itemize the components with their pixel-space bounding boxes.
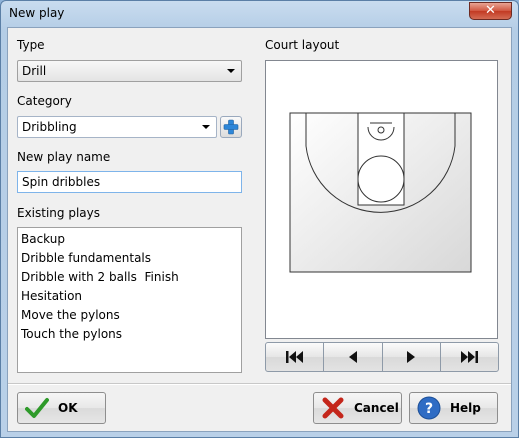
next-frame-button[interactable] (381, 342, 441, 372)
list-item[interactable]: Touch the pylons (21, 325, 238, 344)
add-category-button[interactable] (220, 116, 242, 138)
list-item[interactable]: Dribble fundamentals (21, 249, 238, 268)
ok-button[interactable]: OK (17, 392, 106, 424)
footer-divider (8, 383, 511, 385)
help-icon: ? (416, 395, 442, 421)
window-title: New play (9, 6, 65, 20)
plus-icon (223, 119, 239, 135)
playback-controls (265, 342, 499, 372)
play-name-input[interactable]: Spin dribbles (17, 171, 242, 193)
cancel-button[interactable]: Cancel (313, 392, 402, 424)
existing-plays-label: Existing plays (17, 206, 101, 220)
ok-label: OK (58, 401, 78, 415)
step-forward-icon (407, 351, 416, 363)
category-label: Category (17, 94, 72, 108)
skip-first-icon (285, 351, 303, 363)
first-frame-button[interactable] (265, 342, 325, 372)
chevron-down-icon (202, 125, 210, 129)
type-label: Type (17, 38, 45, 52)
list-item[interactable]: Backup (21, 230, 238, 249)
title-bar: New play ✕ (1, 1, 518, 27)
play-name-label: New play name (17, 150, 111, 164)
svg-text:?: ? (425, 401, 433, 417)
existing-plays-list[interactable]: Backup Dribble fundamentals Dribble with… (17, 227, 242, 373)
court-preview[interactable] (265, 60, 498, 339)
cancel-label: Cancel (354, 401, 399, 415)
checkmark-icon (24, 395, 50, 421)
chevron-down-icon (227, 69, 235, 73)
dialog-window: New play ✕ Type Drill Category Dribbling… (0, 0, 519, 438)
cancel-x-icon (320, 395, 346, 421)
last-frame-button[interactable] (439, 342, 499, 372)
court-layout-label: Court layout (265, 38, 340, 52)
step-back-icon (348, 351, 357, 363)
category-value: Dribbling (22, 120, 77, 134)
category-dropdown[interactable]: Dribbling (17, 116, 217, 138)
close-icon: ✕ (485, 3, 496, 18)
help-button[interactable]: ? Help (409, 392, 498, 424)
type-value: Drill (22, 64, 47, 78)
court-diagram (289, 112, 472, 273)
list-item[interactable]: Dribble with 2 balls Finish (21, 268, 238, 287)
list-item[interactable]: Hesitation (21, 287, 238, 306)
close-button[interactable]: ✕ (469, 2, 512, 20)
dialog-client: Type Drill Category Dribbling New play n… (7, 27, 512, 432)
previous-frame-button[interactable] (323, 342, 383, 372)
type-dropdown[interactable]: Drill (17, 60, 242, 82)
help-label: Help (450, 401, 481, 415)
list-item[interactable]: Move the pylons (21, 306, 238, 325)
skip-last-icon (461, 351, 479, 363)
